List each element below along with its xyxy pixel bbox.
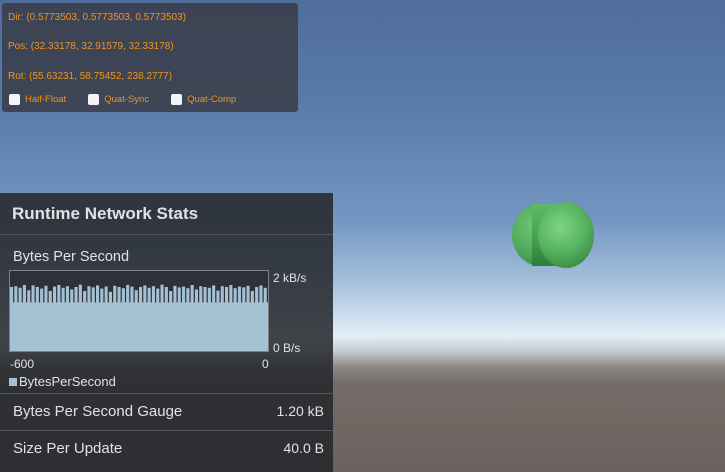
capsule-front-cap xyxy=(538,202,594,268)
half-float-label: Half-Float xyxy=(25,94,67,105)
quat-comp-checkbox[interactable] xyxy=(171,94,183,105)
direction-readout: Dir: (0.5773503, 0.5773503, 0.5773503) xyxy=(8,12,186,23)
graph-y-max-label: 2 kB/s xyxy=(273,271,307,285)
graph-y-min-label: 0 B/s xyxy=(273,341,301,355)
rotation-readout: Rot: (55.63231, 58.75452, 238.2777) xyxy=(8,71,173,82)
legend-swatch xyxy=(9,377,17,386)
legend-label: BytesPerSecond xyxy=(19,374,116,389)
position-readout: Pos: (32.33178, 32.91579, 32.33178) xyxy=(8,41,174,52)
quat-sync-toggle[interactable]: Quat-Sync xyxy=(88,94,149,105)
stats-title: Runtime Network Stats xyxy=(12,204,199,223)
debug-panel: Dir: (0.5773503, 0.5773503, 0.5773503) P… xyxy=(2,3,298,112)
quat-comp-label: Quat-Comp xyxy=(187,94,237,105)
half-float-checkbox[interactable] xyxy=(9,94,20,105)
graph-plot xyxy=(10,284,268,351)
graph-x-max-label: 0 xyxy=(262,357,269,371)
size-per-update-value: 40.0 B xyxy=(283,440,324,456)
graph-x-min-label: -600 xyxy=(10,357,35,371)
half-float-toggle[interactable]: Half-Float xyxy=(9,94,66,105)
gauge-label: Bytes Per Second Gauge xyxy=(13,403,183,420)
graph-legend: BytesPerSecond xyxy=(9,374,116,389)
bytes-per-second-graph xyxy=(9,270,269,352)
green-capsule xyxy=(512,202,594,268)
quat-sync-label: Quat-Sync xyxy=(104,94,150,105)
quat-comp-toggle[interactable]: Quat-Comp xyxy=(171,94,236,105)
compression-toggles: Half-Float Quat-Sync Quat-Comp xyxy=(9,94,258,105)
graph-title: Bytes Per Second xyxy=(13,249,130,265)
gauge-value: 1.20 kB xyxy=(276,403,324,419)
quat-sync-checkbox[interactable] xyxy=(88,94,100,105)
title-divider xyxy=(0,234,333,235)
gauge-divider xyxy=(0,430,333,431)
size-per-update-label: Size Per Update xyxy=(13,440,123,457)
graph-area-fill xyxy=(10,302,268,351)
graph-divider xyxy=(0,393,333,394)
network-stats-panel: Runtime Network Stats Bytes Per Second 2… xyxy=(0,193,333,472)
